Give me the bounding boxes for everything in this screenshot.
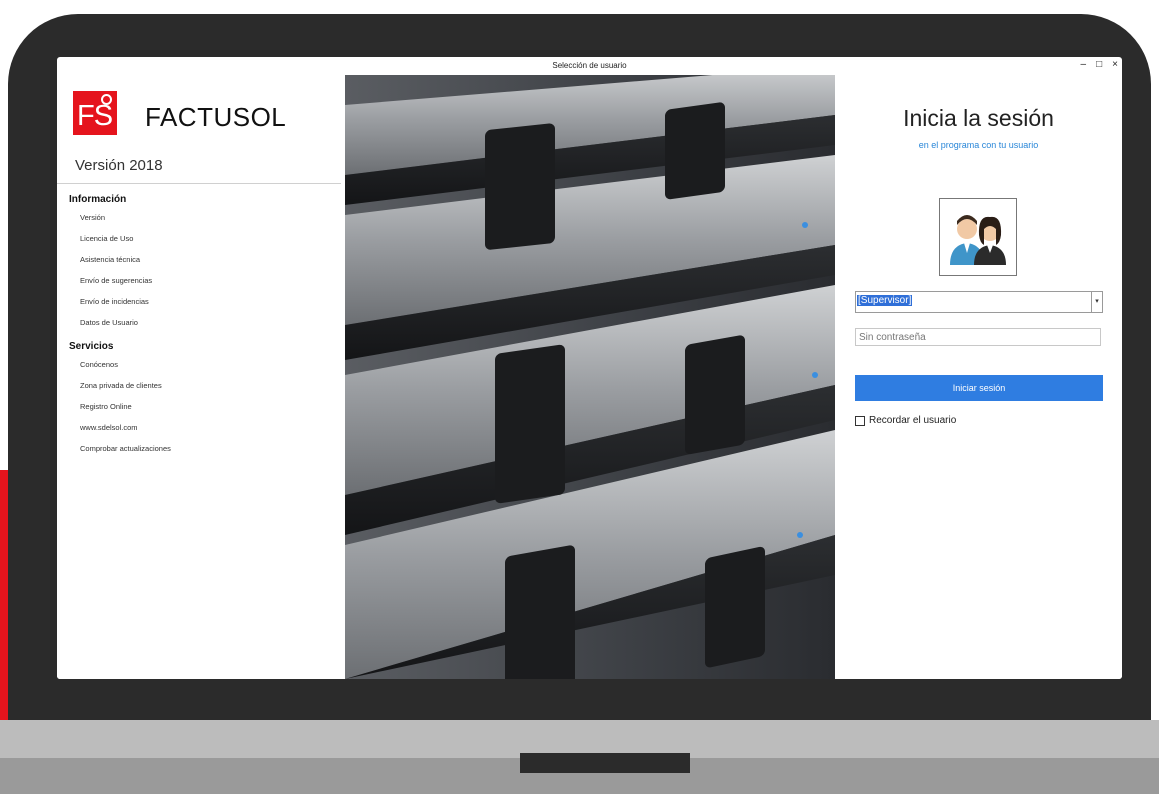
logo-text: FS xyxy=(77,100,113,132)
server-rack-image xyxy=(345,75,835,679)
laptop-notch xyxy=(520,753,690,773)
login-subtitle: en el programa con tu usuario xyxy=(918,140,1039,150)
sidebar-item-incidencias[interactable]: Envío de incidencias xyxy=(80,297,149,306)
selected-user: [Supervisor] xyxy=(857,295,913,306)
close-button[interactable]: × xyxy=(1112,59,1118,70)
sidebar-item-website[interactable]: www.sdelsol.com xyxy=(80,423,138,432)
app-window: Selección de usuario – □ × FS FACTUSOL V… xyxy=(57,57,1122,679)
server-rack-illustration xyxy=(345,75,835,679)
sidebar-item-actualizaciones[interactable]: Comprobar actualizaciones xyxy=(80,444,171,453)
sidebar-item-version[interactable]: Versión xyxy=(80,213,105,222)
sidebar-item-licencia[interactable]: Licencia de Uso xyxy=(80,234,133,243)
login-title: Inicia la sesión xyxy=(903,105,1054,131)
section-servicios-title: Servicios xyxy=(69,341,114,352)
logo-ring-icon xyxy=(101,94,112,105)
minimize-button[interactable]: – xyxy=(1081,59,1087,70)
factusol-logo: FS xyxy=(73,91,117,135)
remember-user-option[interactable]: Recordar el usuario xyxy=(855,415,956,426)
sidebar-item-registro-online[interactable]: Registro Online xyxy=(80,402,132,411)
app-name: FACTUSOL xyxy=(145,102,287,132)
window-controls: – □ × xyxy=(1081,59,1118,70)
maximize-button[interactable]: □ xyxy=(1096,59,1102,70)
chevron-down-icon[interactable]: ▾ xyxy=(1091,292,1102,312)
info-sidebar: FS FACTUSOL Versión 2018 Información Ver… xyxy=(57,75,345,679)
login-panel: Inicia la sesión en el programa con tu u… xyxy=(835,75,1122,679)
users-avatar xyxy=(939,198,1017,276)
sidebar-item-sugerencias[interactable]: Envío de sugerencias xyxy=(80,276,152,285)
sidebar-item-conocenos[interactable]: Conócenos xyxy=(80,360,118,369)
window-title: Selección de usuario xyxy=(552,61,627,70)
app-version: Versión 2018 xyxy=(75,157,163,174)
sidebar-item-zona-privada[interactable]: Zona privada de clientes xyxy=(80,381,162,390)
remember-checkbox[interactable] xyxy=(855,415,865,426)
user-dropdown[interactable]: [Supervisor] ▾ xyxy=(855,291,1103,313)
section-informacion-title: Información xyxy=(69,194,127,205)
title-bar: Selección de usuario – □ × xyxy=(57,57,1122,75)
password-field[interactable] xyxy=(855,328,1101,346)
remember-label: Recordar el usuario xyxy=(869,415,957,426)
sidebar-divider xyxy=(57,183,341,184)
sidebar-item-datos-usuario[interactable]: Datos de Usuario xyxy=(80,318,138,327)
login-button[interactable]: Iniciar sesión xyxy=(855,375,1103,401)
users-icon xyxy=(950,215,1006,265)
sidebar-item-asistencia[interactable]: Asistencia técnica xyxy=(80,255,140,264)
